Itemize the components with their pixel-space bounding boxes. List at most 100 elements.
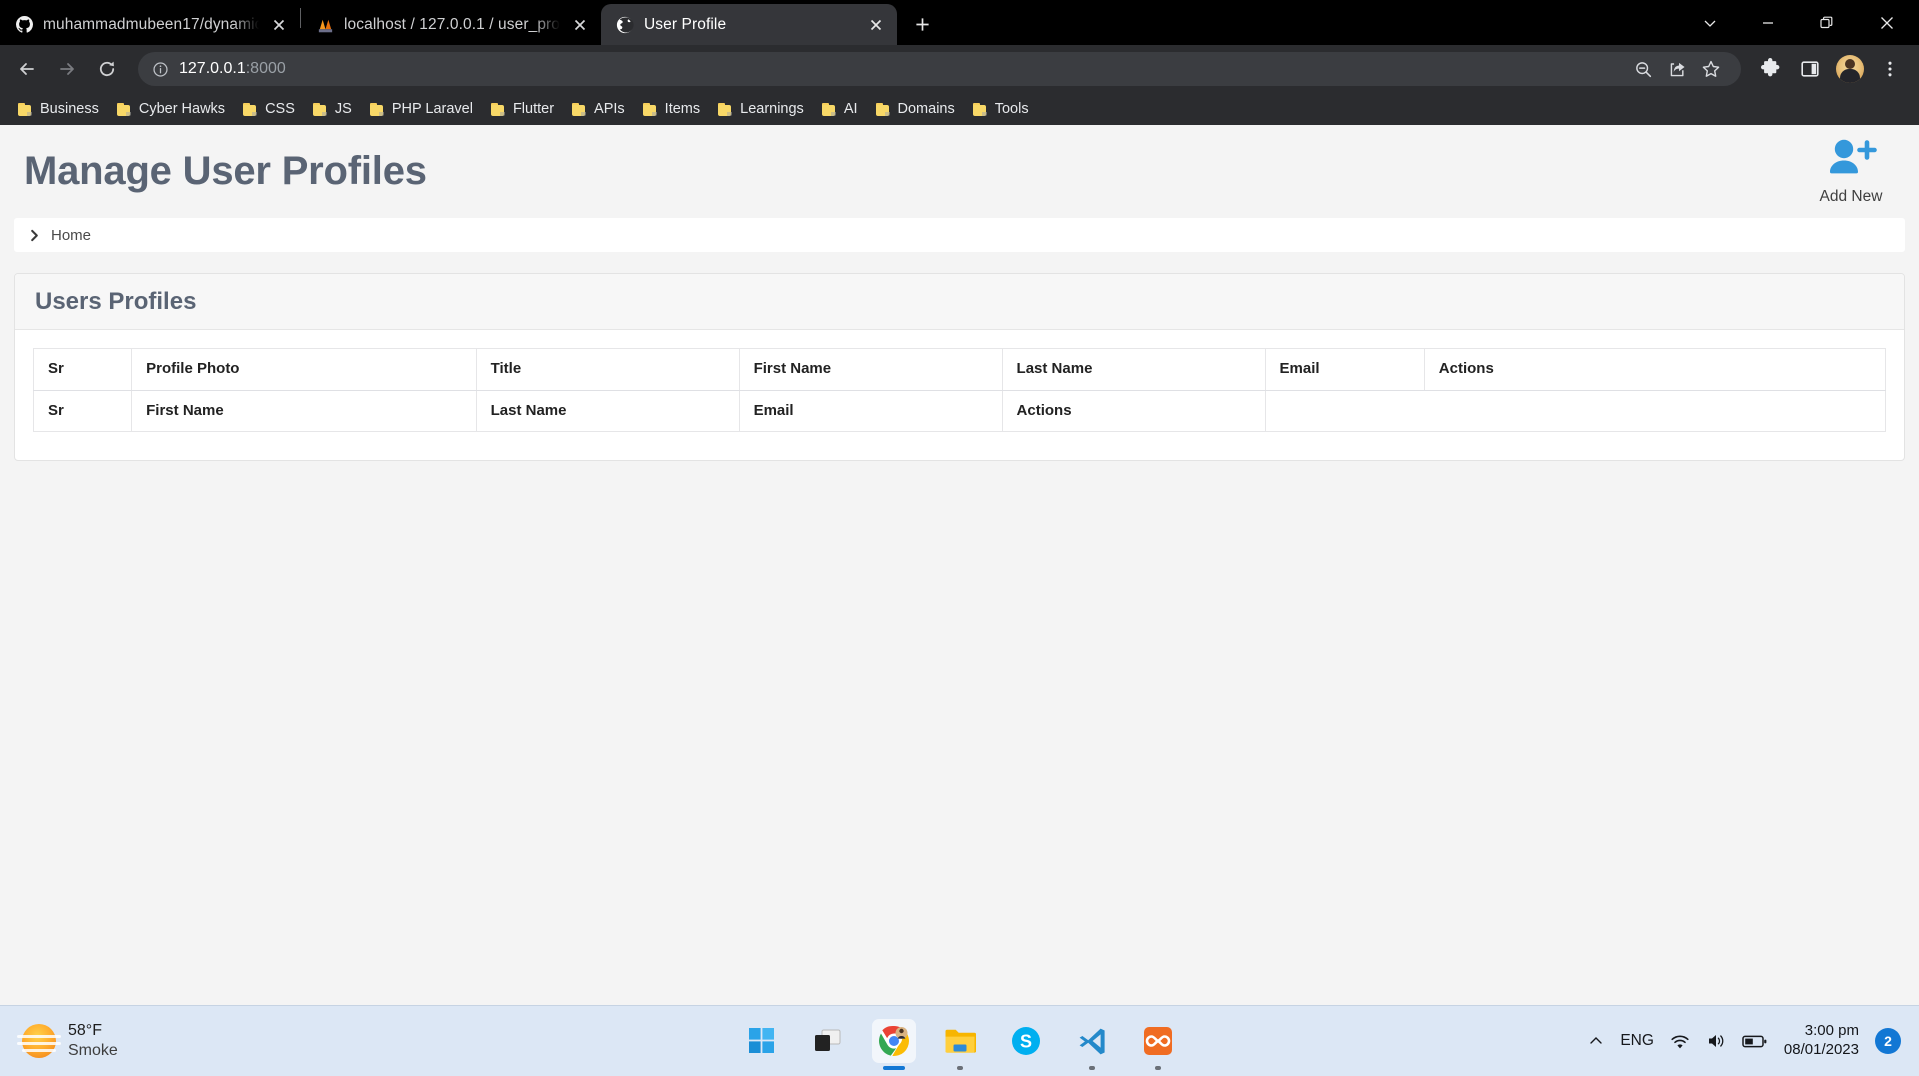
info-icon[interactable] (152, 61, 169, 78)
folder-icon (875, 102, 891, 116)
folder-icon (18, 102, 33, 116)
bookmark-items[interactable]: Items (635, 97, 708, 121)
share-icon[interactable] (1661, 53, 1693, 85)
close-icon[interactable] (865, 14, 887, 36)
card-title: Users Profiles (35, 287, 197, 315)
tab-title: muhammadmubeen17/dynamic- (43, 15, 259, 33)
browser-tab-phpmyadmin[interactable]: localhost / 127.0.0.1 / user_profile (301, 4, 601, 45)
chevron-down-icon[interactable] (1681, 0, 1739, 45)
add-new-button[interactable]: Add New (1805, 137, 1897, 206)
bookmark-label: JS (334, 101, 352, 117)
cell-email: Email (738, 389, 1003, 432)
table-row[interactable]: Sr First Name Last Name Email Actions (32, 389, 1887, 432)
close-icon[interactable] (1855, 0, 1919, 45)
col-title: Title (475, 348, 740, 391)
bookmark-tools[interactable]: Tools (965, 97, 1037, 121)
address-bar[interactable]: 127.0.0.1:8000 (138, 52, 1741, 86)
browser-tab-user-profile[interactable]: User Profile (601, 4, 897, 45)
github-icon (14, 15, 34, 35)
hazy-sun-icon (17, 1024, 61, 1058)
taskbar-apps: S (740, 1019, 1180, 1070)
weather-widget[interactable]: 58°F Smoke (0, 1021, 118, 1061)
reload-icon[interactable] (88, 50, 126, 88)
col-sr: Sr (32, 348, 133, 391)
users-profiles-card: Users Profiles Sr Profile Photo Title Fi… (14, 273, 1905, 461)
browser-toolbar: 127.0.0.1:8000 (0, 45, 1919, 93)
bookmark-label: Flutter (512, 101, 555, 117)
folder-icon (572, 102, 587, 116)
maximize-icon[interactable] (1797, 0, 1855, 45)
folder-icon (972, 102, 988, 116)
wifi-icon[interactable] (1670, 1033, 1690, 1050)
table-header: Sr Profile Photo Title First Name Last N… (32, 348, 1887, 391)
start-icon[interactable] (740, 1019, 784, 1063)
xampp-icon[interactable] (1136, 1019, 1180, 1070)
bookmark-cyber-hawks[interactable]: Cyber Hawks (109, 97, 233, 121)
chevron-up-icon[interactable] (1588, 1033, 1604, 1049)
forward-icon[interactable] (48, 50, 86, 88)
chrome-icon[interactable] (871, 1019, 916, 1070)
zoom-out-icon[interactable] (1627, 53, 1659, 85)
bookmark-js[interactable]: JS (305, 97, 360, 121)
clock[interactable]: 3:00 pm 08/01/2023 (1784, 1022, 1859, 1060)
globe-icon (615, 15, 635, 35)
minimize-icon[interactable] (1739, 0, 1797, 45)
cell-empty (1264, 389, 1887, 432)
bookmark-ai[interactable]: AI (814, 97, 866, 121)
bookmark-php-laravel[interactable]: PHP Laravel (362, 97, 481, 121)
col-first-name: First Name (738, 348, 1003, 391)
bookmark-label: Domains (897, 101, 955, 117)
bookmark-learnings[interactable]: Learnings (710, 97, 812, 121)
folder-icon (312, 102, 328, 116)
window-controls (1681, 0, 1919, 45)
avatar-icon[interactable] (1831, 50, 1869, 88)
browser-tab-github[interactable]: muhammadmubeen17/dynamic- (0, 4, 300, 45)
close-icon[interactable] (569, 14, 591, 36)
puzzle-icon[interactable] (1751, 50, 1789, 88)
weather-text: 58°F Smoke (68, 1021, 118, 1061)
omnibox-actions (1627, 53, 1727, 85)
card-body: Sr Profile Photo Title First Name Last N… (15, 330, 1904, 460)
bookmark-domains[interactable]: Domains (868, 97, 963, 121)
col-profile-photo: Profile Photo (131, 348, 477, 391)
notification-badge[interactable]: 2 (1875, 1028, 1901, 1054)
side-panel-icon[interactable] (1791, 50, 1829, 88)
language-indicator[interactable]: ENG (1620, 1032, 1654, 1050)
file-explorer-icon[interactable] (938, 1019, 982, 1070)
breadcrumb: Home (14, 218, 1905, 252)
clock-date: 08/01/2023 (1783, 1041, 1859, 1058)
bookmark-css[interactable]: CSS (235, 97, 303, 121)
bookmark-flutter[interactable]: Flutter (483, 97, 562, 121)
folder-icon (490, 102, 506, 116)
breadcrumb-home[interactable]: Home (51, 227, 91, 244)
weather-condition: Smoke (68, 1042, 118, 1059)
users-table: Sr Profile Photo Title First Name Last N… (32, 348, 1887, 432)
cell-actions: Actions (1001, 389, 1266, 432)
browser-window: muhammadmubeen17/dynamic- localhost / 12… (0, 0, 1919, 1076)
back-icon[interactable] (8, 50, 46, 88)
tab-title: User Profile (644, 15, 727, 33)
card-header: Users Profiles (15, 274, 1904, 330)
new-tab-button[interactable] (905, 7, 939, 41)
bookmark-apis[interactable]: APIs (564, 97, 633, 121)
battery-icon[interactable] (1742, 1034, 1768, 1049)
skype-icon[interactable]: S (1004, 1019, 1048, 1063)
running-indicator (956, 1066, 963, 1070)
active-indicator (882, 1066, 905, 1070)
close-icon[interactable] (268, 14, 290, 36)
volume-icon[interactable] (1706, 1032, 1726, 1050)
vscode-icon[interactable] (1070, 1019, 1114, 1070)
three-dot-menu-icon[interactable] (1871, 50, 1909, 88)
folder-icon (369, 102, 385, 116)
bookmark-business[interactable]: Business (10, 97, 107, 121)
star-icon[interactable] (1695, 53, 1727, 85)
cell-sr: Sr (32, 389, 133, 432)
folder-icon (642, 102, 658, 116)
folder-icon (243, 102, 258, 116)
tab-title: localhost / 127.0.0.1 / user_profile (344, 15, 560, 33)
bookmark-label: Learnings (740, 101, 804, 117)
cell-last-name: Last Name (475, 389, 740, 432)
task-view-icon[interactable] (806, 1019, 850, 1063)
cell-first-name: First Name (131, 389, 477, 432)
folder-icon (718, 102, 733, 116)
